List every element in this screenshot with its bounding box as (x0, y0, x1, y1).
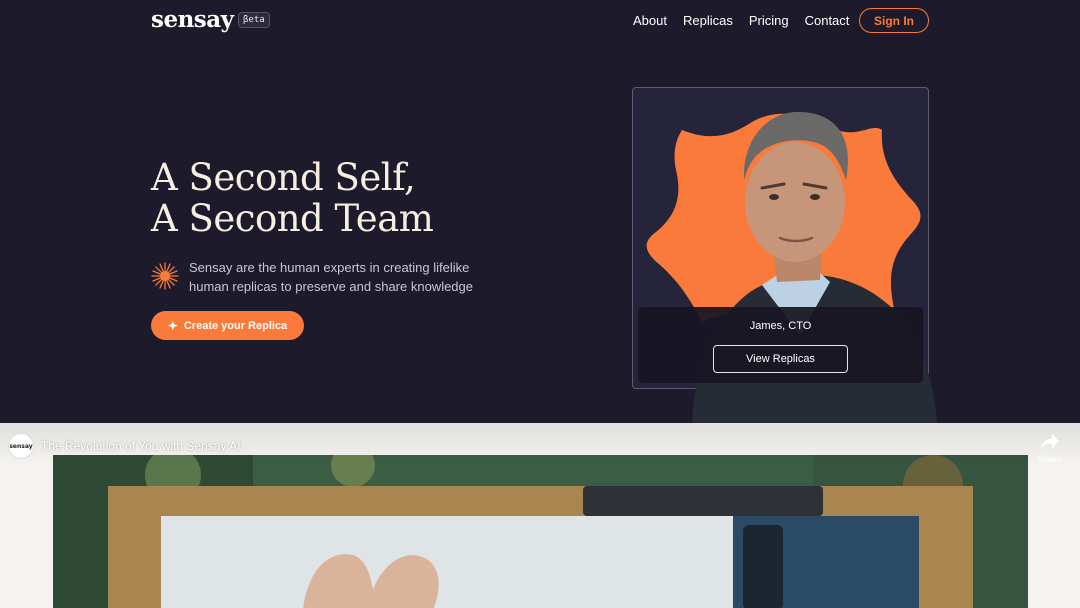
beta-badge: βeta (238, 12, 270, 28)
top-nav: sensay βeta About Replicas Pricing Conta… (0, 0, 1080, 42)
share-label: Share (1037, 454, 1063, 464)
replica-name: James, CTO (749, 320, 812, 332)
view-replicas-button[interactable]: View Replicas (713, 345, 848, 373)
sun-burst-icon (151, 262, 179, 290)
hero-title: A Second Self, A Second Team (151, 156, 434, 240)
video-embed[interactable]: sensay The Revolution of You with Sensay… (0, 423, 1080, 608)
nav-link-about[interactable]: About (633, 13, 667, 28)
hero-description: Sensay are the human experts in creating… (189, 260, 474, 294)
sensay-logo[interactable]: sensay (151, 6, 234, 33)
sparkle-icon: ✦ (167, 318, 178, 333)
sign-in-button[interactable]: Sign In (859, 8, 929, 33)
nav-link-pricing[interactable]: Pricing (749, 13, 789, 28)
hero-title-line-2: A Second Team (151, 197, 434, 240)
channel-avatar[interactable]: sensay (8, 433, 34, 459)
share-button[interactable]: Share (1036, 433, 1064, 464)
video-title[interactable]: The Revolution of You with Sensay AI (41, 439, 240, 453)
nav-link-replicas[interactable]: Replicas (683, 13, 733, 28)
nav-link-contact[interactable]: Contact (805, 13, 850, 28)
create-replica-label: Create your Replica (183, 319, 288, 332)
hero-title-line-1: A Second Self, (151, 156, 416, 199)
video-thumbnail[interactable] (53, 455, 1028, 608)
share-arrow-icon (1041, 434, 1059, 448)
nav-links: About Replicas Pricing Contact (633, 13, 849, 28)
create-replica-button[interactable]: ✦ Create your Replica (151, 311, 304, 340)
